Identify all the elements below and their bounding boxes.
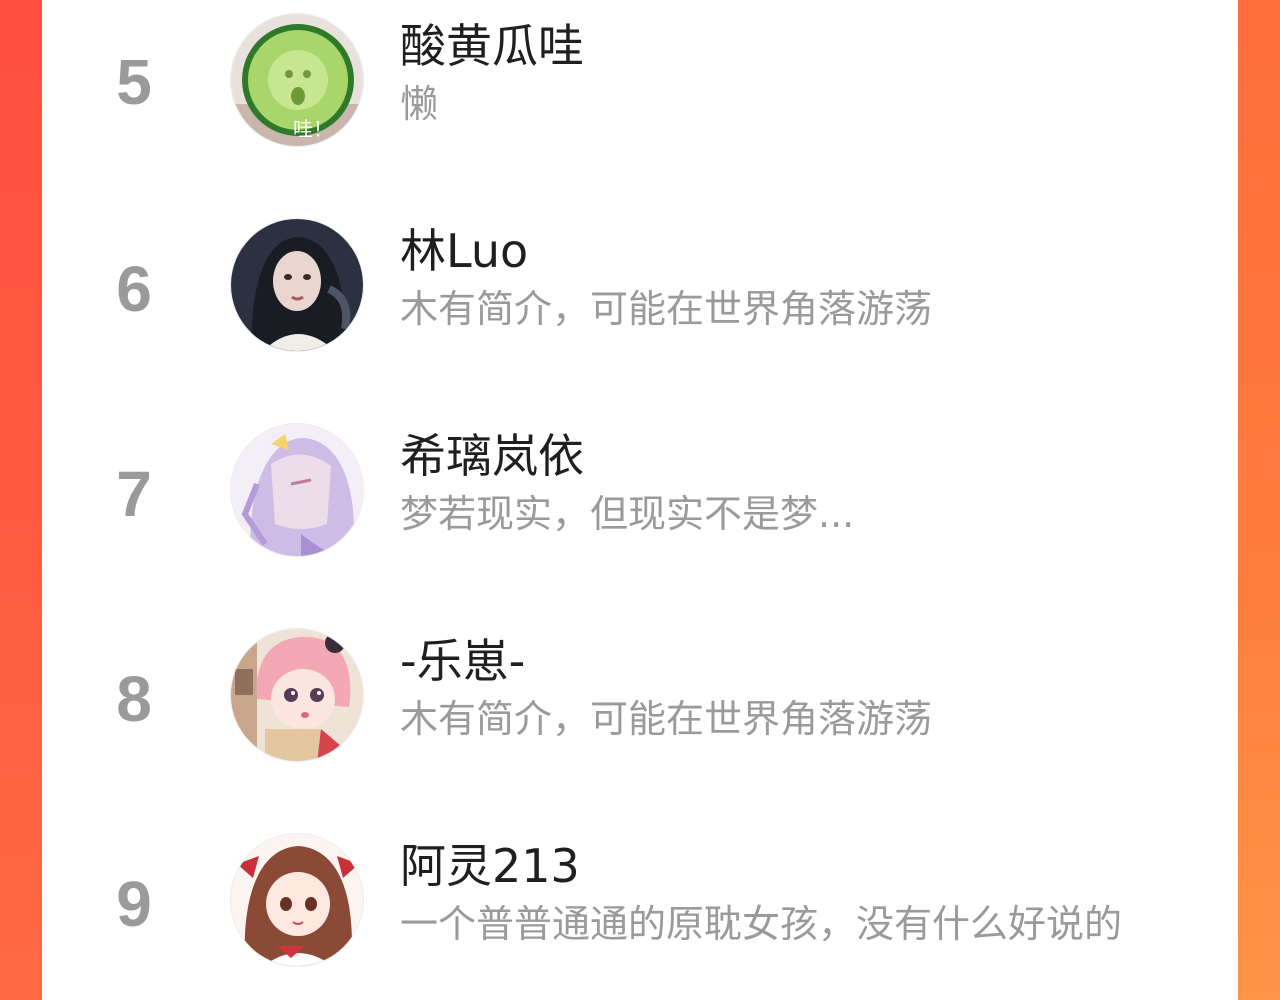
anime-brown-hair-avatar-icon	[231, 834, 363, 966]
avatar[interactable]	[230, 833, 364, 967]
list-item[interactable]: 8 -乐崽- 木有简介，可能在世界角落游荡	[42, 615, 1238, 795]
user-bio: 梦若现实，但现实不是梦...	[400, 492, 855, 536]
user-name[interactable]: -乐崽-	[400, 633, 525, 689]
dark-hair-girl-avatar-icon	[231, 219, 363, 351]
user-name[interactable]: 酸黄瓜哇	[400, 18, 584, 74]
anime-pink-hair-avatar-icon	[231, 629, 363, 761]
user-bio: 木有简介，可能在世界角落游荡	[400, 697, 933, 741]
avatar[interactable]	[230, 423, 364, 557]
list-item[interactable]: 9 阿灵213 一个普普通通的原耽女孩，没有什么好说的	[42, 820, 1238, 1000]
list-item[interactable]: 5 哇！ 酸黄瓜哇 懒	[42, 0, 1238, 180]
cucumber-avatar-icon: 哇！	[231, 14, 363, 146]
user-name[interactable]: 阿灵213	[400, 838, 580, 894]
user-bio: 一个普普通通的原耽女孩，没有什么好说的	[400, 902, 1123, 946]
rank-number: 9	[116, 868, 152, 940]
right-background-strip	[1238, 0, 1280, 1000]
avatar[interactable]: 哇！	[230, 13, 364, 147]
anime-lilac-hair-avatar-icon	[231, 424, 363, 556]
rank-number: 7	[116, 458, 152, 530]
list-item[interactable]: 6 林Luo 木有简介，可能在世界角落游荡	[42, 205, 1238, 385]
left-background-strip	[0, 0, 42, 1000]
user-name[interactable]: 希璃岚依	[400, 428, 584, 484]
avatar-caption: 哇！	[293, 117, 333, 141]
rank-number: 5	[116, 46, 152, 118]
avatar[interactable]	[230, 628, 364, 762]
user-bio: 木有简介，可能在世界角落游荡	[400, 287, 933, 331]
avatar[interactable]	[230, 218, 364, 352]
user-name[interactable]: 林Luo	[400, 223, 528, 279]
rank-number: 8	[116, 663, 152, 735]
rank-number: 6	[116, 253, 152, 325]
ranking-list-card: 5 哇！ 酸黄瓜哇 懒 6 林Luo 木有简介，可能在世界角落游荡 7 希璃岚依…	[42, 0, 1238, 1000]
list-item[interactable]: 7 希璃岚依 梦若现实，但现实不是梦...	[42, 410, 1238, 590]
user-bio: 懒	[400, 82, 439, 126]
